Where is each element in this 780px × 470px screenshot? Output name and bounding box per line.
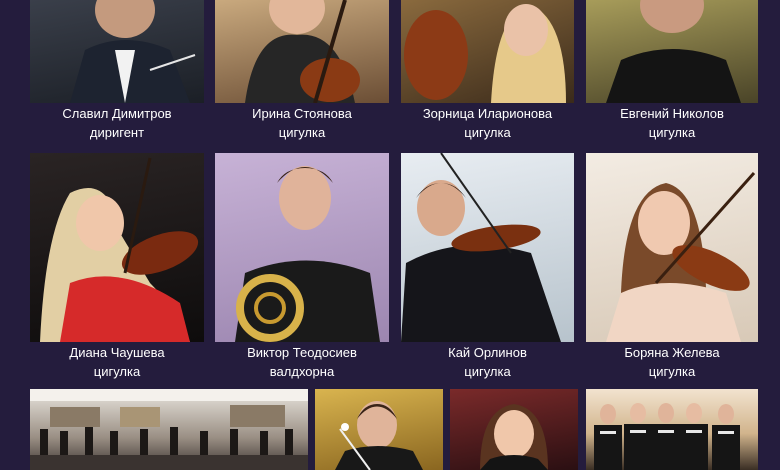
musician-name: Евгений Николов [620,106,724,121]
musician-role: цигулка [648,364,696,379]
violinist-portrait-image [245,0,360,103]
musician-card-6: Виктор Теодосиев валдхорна [215,153,389,383]
musician-card-3: Зорница Иларионова цигулка [401,0,574,140]
musician-name: Боряна Желева [624,345,720,360]
musician-caption: Диана Чаушева цигулка [30,343,204,381]
musician-photo [215,153,389,342]
musician-photo [30,153,204,342]
musician-role: цигулка [93,364,141,379]
violinist-portrait-image [606,0,741,103]
musician-name: Виктор Теодосиев [247,345,357,360]
ensemble-group-photo [586,389,758,470]
horn-player-portrait-image [235,166,380,342]
musician-role: цигулка [648,125,696,140]
ensemble-image [594,403,740,470]
musician-role: цигулка [278,125,326,140]
musician-photo [30,0,204,103]
violinist-portrait-image [404,4,566,103]
musician-caption: Ирина Стоянова цигулка [215,104,389,142]
violinist-portrait-image [401,153,561,342]
conductor-image [335,401,423,470]
musician-card-8: Боряна Желева цигулка [586,153,758,383]
musician-name: Славил Димитров [62,106,172,121]
musician-name: Кай Орлинов [448,345,527,360]
violinist-portrait-image [40,157,199,342]
musician-name: Диана Чаушева [69,345,165,360]
musician-name: Зорница Иларионова [422,106,553,121]
musician-role: диригент [89,125,145,140]
orchestra-hall-photo [30,389,308,470]
musician-caption: Кай Орлинов цигулка [401,343,574,381]
musician-role: цигулка [464,364,511,379]
musician-card-1: Славил Димитров диригент [30,0,204,140]
orchestra-concert-image [30,389,308,470]
musician-role: валдхорна [269,364,335,379]
musician-caption: Евгений Николов цигулка [586,104,758,142]
musician-caption: Зорница Иларионова цигулка [401,104,574,142]
violinist-portrait-image [606,172,756,342]
conductor-photo [315,389,443,470]
musician-photo [586,0,758,103]
musician-photo [401,0,574,103]
musician-card-5: Диана Чаушева цигулка [30,153,204,383]
musician-card-2: Ирина Стоянова цигулка [215,0,389,140]
musician-name: Ирина Стоянова [252,106,352,121]
musician-role: цигулка [464,125,511,140]
musician-caption: Славил Димитров диригент [30,104,204,142]
young-violinist-photo [450,389,578,470]
violinist-image [480,404,548,470]
conductor-portrait-image [70,0,196,103]
musician-photo [215,0,389,103]
musician-caption: Виктор Теодосиев валдхорна [215,343,389,381]
musician-photo [401,153,574,342]
musician-caption: Боряна Желева цигулка [586,343,758,381]
musician-photo [586,153,758,342]
musician-card-7: Кай Орлинов цигулка [401,153,574,383]
musician-card-4: Евгений Николов цигулка [586,0,758,140]
